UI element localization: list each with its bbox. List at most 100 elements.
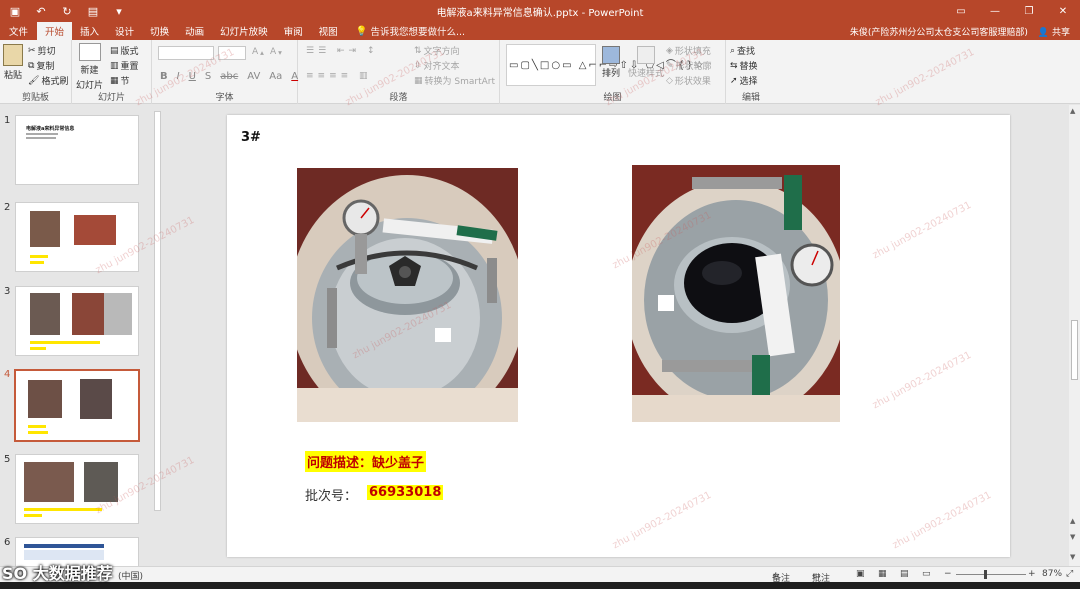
normal-view-icon[interactable]: ▣ <box>856 569 865 579</box>
tab-view[interactable]: 视图 <box>311 22 346 40</box>
paste-button[interactable]: 粘贴 <box>3 44 23 81</box>
shape-fill-button[interactable]: ◈ 形状填充 <box>666 44 711 58</box>
slide-thumbnail-panel: 1 电解液a来料异常信息 2 3 4 5 6 <box>0 105 152 566</box>
tab-animations[interactable]: 动画 <box>177 22 212 40</box>
cut-button[interactable]: ✂ 剪切 <box>28 44 56 58</box>
font-size-input[interactable] <box>218 46 246 60</box>
character-spacing-button[interactable]: AV <box>247 71 260 82</box>
slide-label[interactable]: 3# <box>241 130 261 145</box>
redo-icon[interactable]: ↻ <box>58 5 76 18</box>
batch-number-value[interactable]: 66933018 <box>367 485 444 500</box>
vessel-photo-left[interactable] <box>297 168 518 422</box>
next-slide-icon[interactable]: ▼ <box>1070 553 1075 561</box>
underline-button[interactable]: U <box>189 71 196 82</box>
italic-button[interactable]: I <box>177 71 180 82</box>
shape-effects-label: 形状效果 <box>674 77 711 87</box>
thumbnail-image[interactable]: 电解液a来料异常信息 <box>15 115 139 185</box>
slide-scrollbar[interactable]: ▲ ▲ ▼ ▼ <box>1069 105 1080 566</box>
ribbon-tabs: 文件 开始 插入 设计 切换 动画 幻灯片放映 审阅 视图 💡 告诉我您想要做什… <box>0 22 1080 40</box>
share-button[interactable]: 👤 共享 <box>1038 25 1070 38</box>
zoom-slider[interactable] <box>956 574 1026 575</box>
tab-home[interactable]: 开始 <box>37 22 73 40</box>
font-name-input[interactable] <box>158 46 214 60</box>
thumbnail-image[interactable] <box>15 202 139 272</box>
restore-icon[interactable]: ❐ <box>1012 0 1046 22</box>
thumbnail-scroll-thumb[interactable] <box>154 111 161 511</box>
zoom-slider-thumb[interactable] <box>984 570 987 579</box>
zoom-out-icon[interactable]: − <box>944 569 952 579</box>
thumbnail-image[interactable] <box>15 454 139 524</box>
batch-number-label[interactable]: 批次号： <box>305 485 357 504</box>
taskbar-strip <box>0 582 1080 589</box>
tab-file[interactable]: 文件 <box>0 22 38 40</box>
section-button[interactable]: ▦ 节 <box>110 74 130 88</box>
tab-transitions[interactable]: 切换 <box>142 22 177 40</box>
select-button[interactable]: ➚ 选择 <box>730 74 758 88</box>
thumbnail-image[interactable] <box>15 286 139 356</box>
change-case-button[interactable]: Aa <box>269 71 282 82</box>
thumbnail-number: 2 <box>4 202 11 213</box>
shadow-button[interactable]: S <box>205 71 211 82</box>
new-slide-button[interactable]: 新建 幻灯片 <box>76 43 103 91</box>
customize-qat-icon[interactable]: ▾ <box>110 5 128 18</box>
layout-button[interactable]: ▤ 版式 <box>110 44 139 58</box>
thumbnail-photo <box>30 293 60 335</box>
layout-label: 版式 <box>120 47 139 57</box>
tab-design[interactable]: 设计 <box>107 22 142 40</box>
slide-canvas[interactable]: 3# 问题描述：缺少盖子 批次号： 66933018 zhu jun902-20… <box>227 115 1010 557</box>
paste-label: 粘贴 <box>3 71 22 81</box>
format-painter-button[interactable]: 🖌 格式刷 <box>28 74 68 88</box>
vessel-photo-right[interactable] <box>632 165 840 422</box>
align-text-button[interactable]: ⇳ 对齐文本 <box>414 59 460 73</box>
align-buttons[interactable]: ≡≡≡≡ ▥ <box>306 71 372 81</box>
slideshow-icon[interactable]: ▭ <box>922 569 931 579</box>
slide-scroll-thumb[interactable] <box>1071 320 1078 380</box>
strikethrough-button[interactable]: abc <box>220 71 238 82</box>
quick-styles-icon <box>637 46 655 64</box>
quick-styles-button[interactable]: 快速样式 <box>628 46 664 79</box>
find-button[interactable]: ⌕ 查找 <box>730 44 755 58</box>
arrange-button[interactable]: 排列 <box>602 46 620 79</box>
convert-smartart-button[interactable]: ▦ 转换为 SmartArt <box>414 74 495 88</box>
slide-sorter-icon[interactable]: ▦ <box>878 569 887 579</box>
replace-button[interactable]: ⇆ 替换 <box>730 59 758 73</box>
language-indicator[interactable]: (中国) <box>118 569 143 582</box>
scroll-down-icon[interactable]: ▼ <box>1070 533 1075 541</box>
user-name[interactable]: 朱俊(产险苏州分公司太仓支公司客服理赔部) <box>850 25 1028 38</box>
tell-me-box[interactable]: 💡 告诉我您想要做什么... <box>346 22 465 40</box>
search-icon: ⌕ <box>730 45 736 56</box>
shape-effects-button[interactable]: ◇ 形状效果 <box>666 74 711 88</box>
tab-review[interactable]: 审阅 <box>276 22 311 40</box>
bold-button[interactable]: B <box>160 71 168 82</box>
start-from-beginning-icon[interactable]: ▤ <box>84 5 102 18</box>
reset-button[interactable]: ▥ 重置 <box>110 59 139 73</box>
ribbon-display-icon[interactable]: ▭ <box>944 0 978 22</box>
zoom-in-icon[interactable]: + <box>1028 569 1036 579</box>
undo-icon[interactable]: ↶ <box>32 5 50 18</box>
shape-outline-button[interactable]: ✎ 形状轮廓 <box>666 59 712 73</box>
tab-insert[interactable]: 插入 <box>72 22 107 40</box>
replace-icon: ⇆ <box>730 60 738 71</box>
share-label: 共享 <box>1051 27 1070 38</box>
fit-slide-icon[interactable]: ⤢ <box>1066 569 1073 579</box>
tab-slideshow[interactable]: 幻灯片放映 <box>212 22 276 40</box>
thumbnail-scrollbar[interactable] <box>152 105 163 566</box>
issue-description[interactable]: 问题描述：缺少盖子 <box>305 451 427 472</box>
minimize-icon[interactable]: — <box>978 0 1012 22</box>
close-icon[interactable]: ✕ <box>1046 0 1080 22</box>
text-direction-button[interactable]: ⇅ 文字方向 <box>414 44 460 58</box>
zoom-level[interactable]: 87% <box>1042 569 1062 579</box>
scroll-up-icon[interactable]: ▲ <box>1070 107 1075 115</box>
copy-button[interactable]: ⧉ 复制 <box>28 59 54 73</box>
save-icon[interactable]: ▣ <box>6 5 24 18</box>
thumbnail-image-selected[interactable] <box>14 369 140 442</box>
watermark: zhu jun902-20240731 <box>890 489 994 552</box>
scroll-up-icon[interactable]: ▲ <box>1070 517 1075 525</box>
list-buttons[interactable]: ☰☰ ⇤⇥ ↕ <box>306 46 378 56</box>
new-slide-icon <box>78 43 101 61</box>
shrink-font-icon[interactable]: A ▾ <box>270 47 282 57</box>
reading-view-icon[interactable]: ▤ <box>900 569 909 579</box>
shapes-gallery[interactable]: ▭▢╲□○▭ △⌐⌐⇨⇧⇩ ⬠◁⌒{}☆ <box>506 44 704 86</box>
thumbnail-photo <box>84 462 118 502</box>
grow-font-icon[interactable]: A ▴ <box>252 47 264 57</box>
